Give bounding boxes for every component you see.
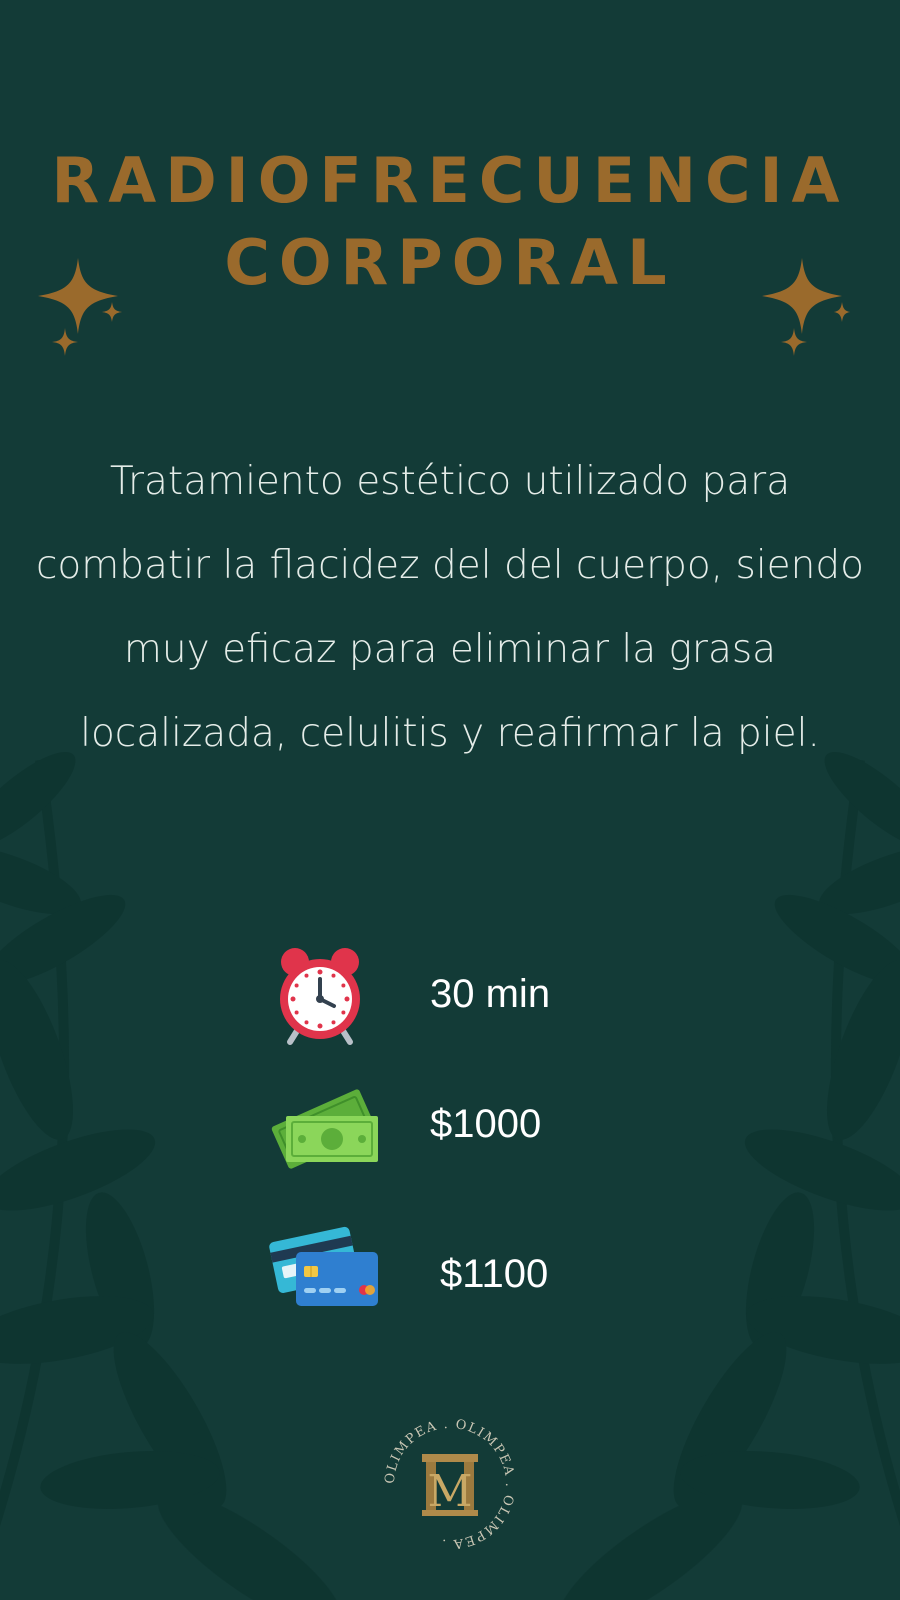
olimpea-logo: OLIMPEA . OLIMPEA . OLIMPEA . M bbox=[383, 1417, 516, 1551]
sparkle-icon-left bbox=[38, 258, 122, 356]
poster: RADIOFRECUENCIA CORPORAL Tratamiento est… bbox=[0, 0, 900, 1600]
duration-row: 30 min bbox=[0, 942, 900, 1052]
title-line-1: RADIOFRECUENCIA bbox=[51, 144, 849, 217]
duration-value: 30 min bbox=[430, 972, 551, 1016]
cash-price-value: $1000 bbox=[430, 1102, 542, 1146]
alarm-clock-icon bbox=[280, 948, 360, 1045]
credit-card-icon bbox=[269, 1226, 378, 1306]
card-price-value: $1100 bbox=[440, 1252, 549, 1296]
cash-price-row: $1000 bbox=[0, 1082, 900, 1192]
logo-monogram: M bbox=[427, 1466, 472, 1517]
treatment-description: Tratamiento estético utilizado para comb… bbox=[35, 459, 865, 756]
card-price-row: $1100 bbox=[0, 1224, 900, 1334]
sparkle-icon-right bbox=[762, 258, 850, 356]
cash-icon bbox=[271, 1089, 378, 1169]
